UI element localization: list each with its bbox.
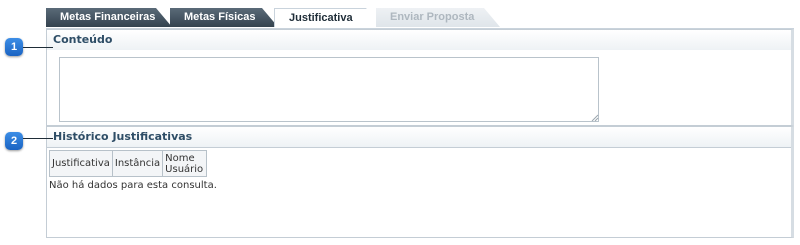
column-header-justificativa[interactable]: Justificativa <box>49 150 113 177</box>
conteudo-textarea[interactable] <box>59 57 599 122</box>
tab-metas-financeiras[interactable]: Metas Financeiras <box>46 8 172 27</box>
tab-label: Metas Financeiras <box>60 11 156 23</box>
conteudo-header: Conteúdo <box>47 30 791 50</box>
callout-badge-1: 1 <box>5 38 23 56</box>
column-header-instancia[interactable]: Instância <box>111 150 164 177</box>
conteudo-panel: Conteúdo <box>46 29 794 126</box>
tab-label: Justificativa <box>289 12 353 24</box>
tab-label: Enviar Proposta <box>390 11 475 23</box>
tab-enviar-proposta: Enviar Proposta <box>376 8 500 27</box>
tab-strip: Metas Financeiras Metas Físicas Justific… <box>46 8 794 29</box>
historico-header: Histórico Justificativas <box>47 127 791 148</box>
resize-grip-icon[interactable] <box>591 114 599 122</box>
tab-justificativa[interactable]: Justificativa <box>274 8 382 27</box>
callout-leader-line-2 <box>23 138 53 139</box>
tab-metas-fisicas[interactable]: Metas Físicas <box>170 8 278 27</box>
empty-message: Não há dados para esta consulta. <box>49 180 217 191</box>
callout-leader-line-1 <box>23 47 53 48</box>
column-header-nome-usuario[interactable]: Nome Usuário <box>162 150 208 177</box>
historico-panel: Histórico Justificativas Justificativa I… <box>46 126 794 238</box>
tab-label: Metas Físicas <box>184 11 256 23</box>
historico-table: Justificativa Instância Nome Usuário <box>49 150 208 177</box>
callout-badge-2: 2 <box>5 132 23 150</box>
